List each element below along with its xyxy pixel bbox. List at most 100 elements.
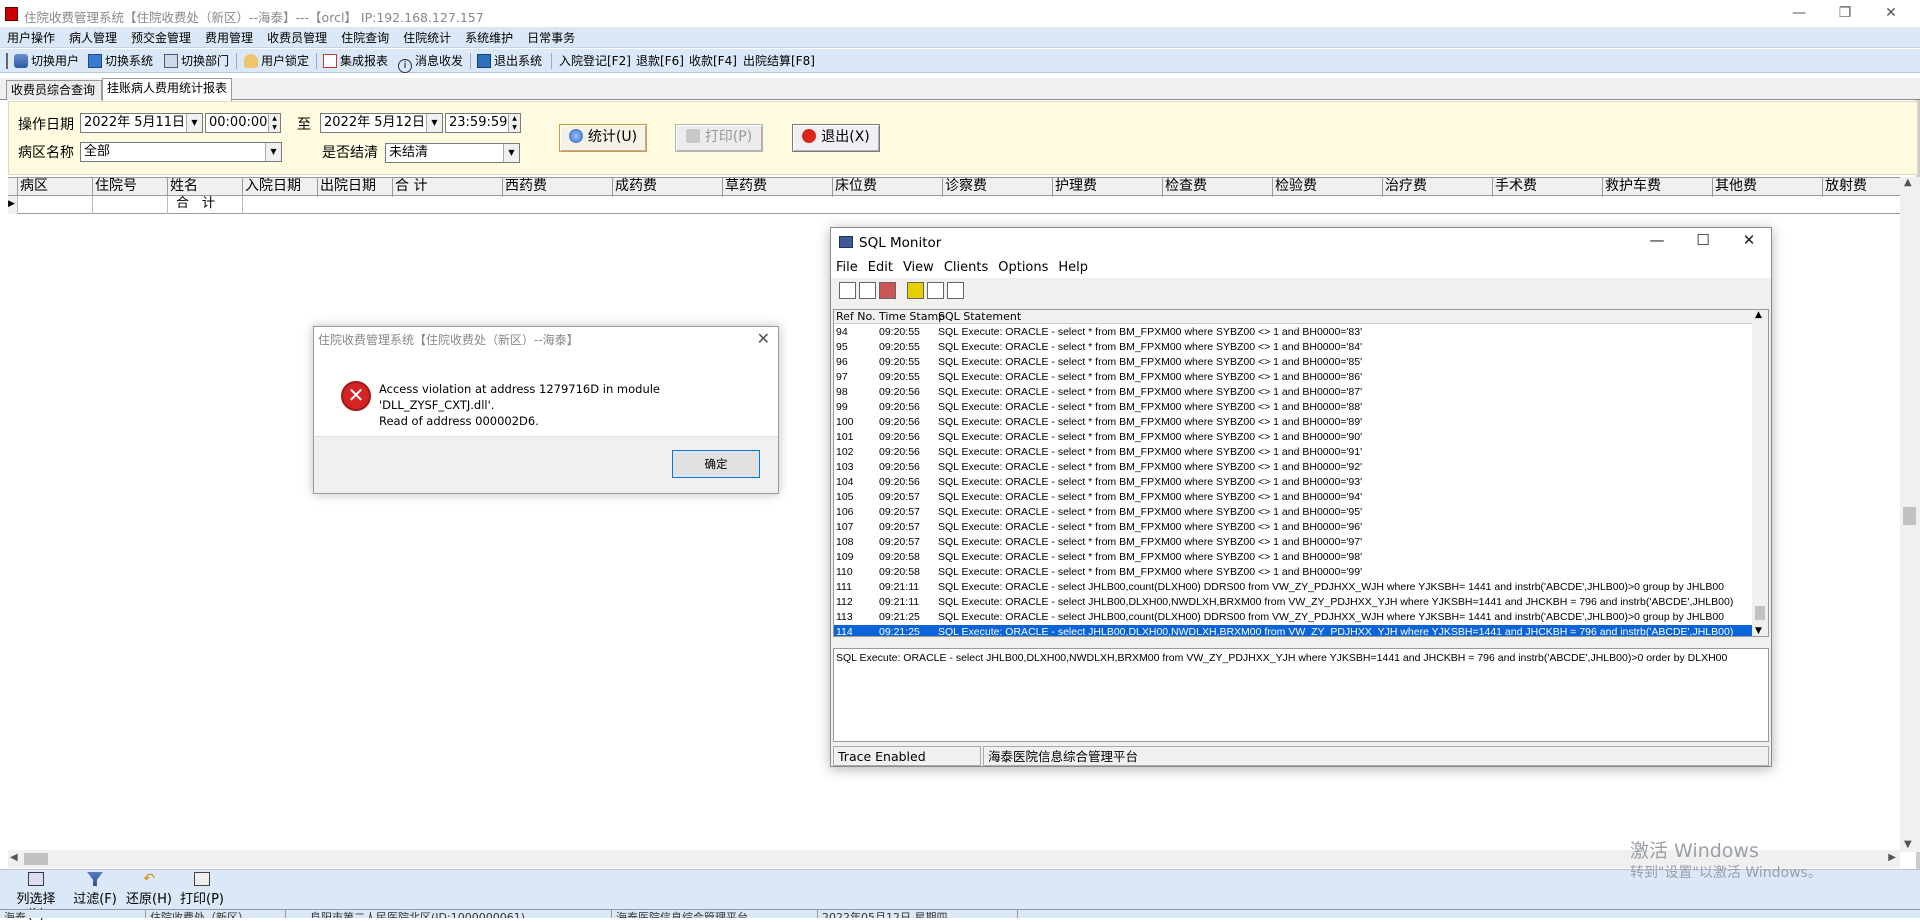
col-total[interactable]: 合 计 <box>393 178 503 197</box>
sql-log-row[interactable]: 109 09:20:58 SQL Execute: ORACLE - select … <box>834 550 1754 565</box>
sql-log-row[interactable]: 103 09:20:56 SQL Execute: ORACLE - select … <box>834 460 1754 475</box>
col-patent-med[interactable]: 成药费 <box>613 178 723 197</box>
filter-button[interactable]: 过滤(F) <box>70 872 120 907</box>
monitor-minimize-button[interactable]: — <box>1637 231 1677 249</box>
col-consult-fee[interactable]: 诊察费 <box>943 178 1053 197</box>
col-discharge-date[interactable]: 出院日期 <box>318 178 393 197</box>
stat-button[interactable]: 统计(U) <box>559 124 647 152</box>
print-button[interactable]: 打印(P) <box>675 124 763 152</box>
tab-pending-fee-report[interactable]: 挂账病人费用统计报表 <box>102 78 232 101</box>
monitor-menu-view[interactable]: View <box>898 258 939 278</box>
col-name[interactable]: 姓名 <box>168 178 243 197</box>
scroll-thumb[interactable] <box>1903 507 1916 525</box>
sql-log-row[interactable]: 113 09:21:25 SQL Execute: ORACLE - select … <box>834 610 1754 625</box>
horizontal-scrollbar[interactable]: ◀ ▶ <box>8 850 1900 868</box>
col-inpatient-no[interactable]: 住院号 <box>93 178 168 197</box>
sql-log-row[interactable]: 99 09:20:56 SQL Execute: ORACLE - select *… <box>834 400 1754 415</box>
table-row[interactable]: ▶ 合 计 <box>8 196 1900 214</box>
col-timestamp[interactable]: Time Stamp <box>879 310 945 323</box>
pause-icon[interactable] <box>907 282 924 299</box>
menu-cashier[interactable]: 收费员管理 <box>260 28 334 48</box>
sql-log-row[interactable]: 95 09:20:55 SQL Execute: ORACLE - select *… <box>834 340 1754 355</box>
clear-icon[interactable] <box>879 282 896 299</box>
col-herbal-med[interactable]: 草药费 <box>723 178 833 197</box>
minimize-button[interactable]: — <box>1776 0 1822 28</box>
sql-log-row[interactable]: 96 09:20:55 SQL Execute: ORACLE - select *… <box>834 355 1754 370</box>
checklist-icon[interactable] <box>947 282 964 299</box>
lock-user-button[interactable]: 用户锁定 <box>244 52 309 70</box>
date-from-picker[interactable]: 2022年 5月11日 ▼ <box>80 113 203 133</box>
sql-log-row[interactable]: 108 09:20:57 SQL Execute: ORACLE - select … <box>834 535 1754 550</box>
scroll-right-icon[interactable]: ▶ <box>1888 852 1896 863</box>
switch-user-button[interactable]: 切换用户 <box>14 52 79 70</box>
restore-data-button[interactable]: ↶ 还原(H) <box>124 872 174 907</box>
menu-daily[interactable]: 日常事务 <box>520 28 582 48</box>
col-nursing-fee[interactable]: 护理费 <box>1053 178 1163 197</box>
sql-log-row[interactable]: 104 09:20:56 SQL Execute: ORACLE - select … <box>834 475 1754 490</box>
window-stack-icon[interactable] <box>927 282 944 299</box>
spinner-icon[interactable]: ▲ ▼ <box>508 114 520 132</box>
exit-system-button[interactable]: 退出系统 <box>477 52 542 70</box>
monitor-menu-clients[interactable]: Clients <box>939 258 993 278</box>
sql-log-row[interactable]: 102 09:20:56 SQL Execute: ORACLE - select … <box>834 445 1754 460</box>
spinner-icon[interactable]: ▲ ▼ <box>268 114 280 132</box>
col-bed-fee[interactable]: 床位费 <box>833 178 943 197</box>
switch-dept-button[interactable]: 切换部门 <box>164 52 229 70</box>
monitor-menu-edit[interactable]: Edit <box>863 258 898 278</box>
col-lab-fee[interactable]: 检验费 <box>1273 178 1383 197</box>
menu-deposit[interactable]: 预交金管理 <box>124 28 198 48</box>
sql-log-row[interactable]: 100 09:20:56 SQL Execute: ORACLE - select … <box>834 415 1754 430</box>
report-button[interactable]: 集成报表 <box>323 52 388 70</box>
menu-fees[interactable]: 费用管理 <box>198 28 260 48</box>
sql-log-row[interactable]: 101 09:20:56 SQL Execute: ORACLE - select … <box>834 430 1754 445</box>
chevron-down-icon[interactable]: ▼ <box>426 114 442 132</box>
date-to-picker[interactable]: 2022年 5月12日 ▼ <box>320 113 443 133</box>
scroll-thumb[interactable] <box>1755 606 1765 620</box>
sql-log-row[interactable]: 105 09:20:57 SQL Execute: ORACLE - select … <box>834 490 1754 505</box>
menu-statistics[interactable]: 住院统计 <box>396 28 458 48</box>
refund-button[interactable]: 退款[F6] <box>636 52 684 70</box>
col-exam-fee[interactable]: 检查费 <box>1163 178 1273 197</box>
sql-detail-pane[interactable]: SQL Execute: ORACLE - select JHLB00,DLXH… <box>833 648 1769 742</box>
ok-button[interactable]: 确定 <box>672 450 760 478</box>
log-scrollbar[interactable]: ▲ ▼ <box>1752 310 1768 636</box>
chevron-down-icon[interactable]: ▼ <box>186 114 202 132</box>
sql-log-list[interactable]: Ref No. Time Stamp SQL Statement 94 09:20… <box>833 309 1769 637</box>
exit-button[interactable]: 退出(X) <box>792 124 880 152</box>
col-radiology-fee[interactable]: 放射费 <box>1823 178 1900 197</box>
scroll-up-icon[interactable]: ▲ <box>1904 177 1912 188</box>
sql-log-row[interactable]: 111 09:21:11 SQL Execute: ORACLE - select … <box>834 580 1754 595</box>
hscroll-thumb[interactable] <box>24 853 48 865</box>
col-ref-no[interactable]: Ref No. <box>836 310 876 323</box>
monitor-menu-options[interactable]: Options <box>993 258 1053 278</box>
admission-button[interactable]: 入院登记[F2] <box>559 52 631 70</box>
sql-log-row[interactable]: 107 09:20:57 SQL Execute: ORACLE - select … <box>834 520 1754 535</box>
sql-log-row[interactable]: 106 09:20:57 SQL Execute: ORACLE - select … <box>834 505 1754 520</box>
discharge-settle-button[interactable]: 出院结算[F8] <box>743 52 815 70</box>
monitor-maximize-button[interactable]: ☐ <box>1683 231 1723 249</box>
col-surgery-fee[interactable]: 手术费 <box>1493 178 1603 197</box>
monitor-close-button[interactable]: ✕ <box>1729 231 1769 249</box>
time-to-input[interactable]: 23:59:59 ▲ ▼ <box>445 113 521 133</box>
scroll-left-icon[interactable]: ◀ <box>10 852 18 863</box>
col-treatment-fee[interactable]: 治疗费 <box>1383 178 1493 197</box>
sql-log-row[interactable]: 112 09:21:11 SQL Execute: ORACLE - select … <box>834 595 1754 610</box>
sql-log-row[interactable]: 94 09:20:55 SQL Execute: ORACLE - select *… <box>834 325 1754 340</box>
col-ward[interactable]: 病区 <box>18 178 93 197</box>
menu-user-ops[interactable]: 用户操作 <box>0 28 62 48</box>
scroll-down-icon[interactable]: ▼ <box>1904 839 1912 850</box>
sql-log-row[interactable]: 110 09:20:58 SQL Execute: ORACLE - select … <box>834 565 1754 580</box>
col-other-fee[interactable]: 其他费 <box>1713 178 1823 197</box>
restore-button[interactable]: ❐ <box>1822 0 1868 28</box>
bottom-print-button[interactable]: 打印(P) <box>176 872 228 907</box>
menu-patient[interactable]: 病人管理 <box>62 28 124 48</box>
dialog-close-icon[interactable]: ✕ <box>757 329 770 348</box>
message-button[interactable]: i 消息收发 <box>398 52 463 73</box>
tab-cashier-query[interactable]: 收费员综合查询 <box>6 80 102 100</box>
sql-log-row[interactable]: 98 09:20:56 SQL Execute: ORACLE - select *… <box>834 385 1754 400</box>
col-admit-date[interactable]: 入院日期 <box>243 178 318 197</box>
save-log-icon[interactable] <box>839 282 856 299</box>
switch-system-button[interactable]: 切换系统 <box>88 52 153 70</box>
settled-select[interactable]: 未结清 ▼ <box>385 143 520 163</box>
collect-button[interactable]: 收款[F4] <box>689 52 737 70</box>
